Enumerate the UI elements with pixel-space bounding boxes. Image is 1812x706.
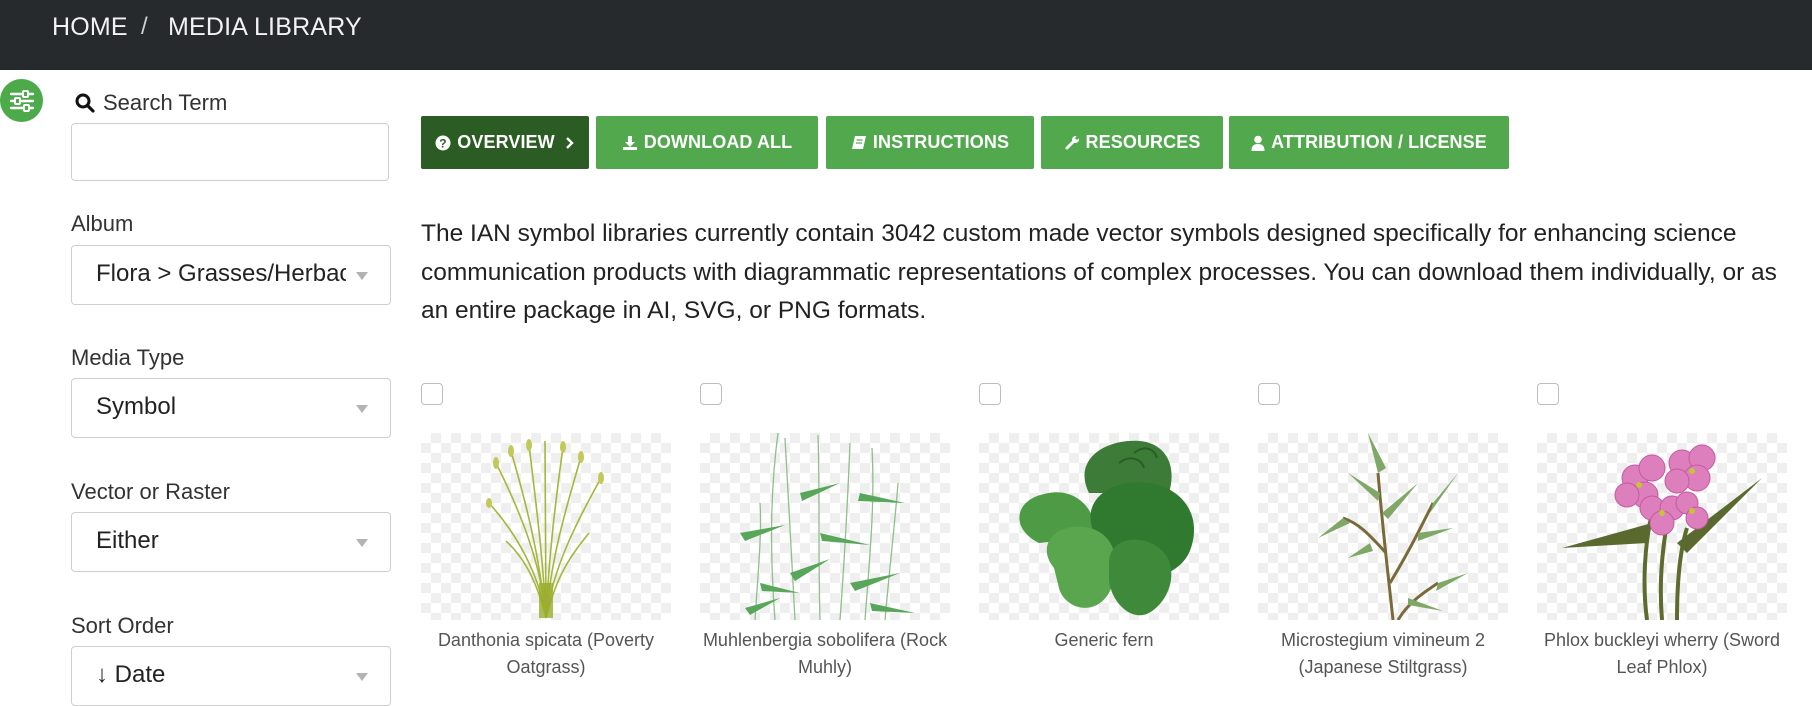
search-term-label-text: Search Term xyxy=(103,90,228,115)
symbol-select-checkbox[interactable] xyxy=(700,383,722,405)
symbol-caption: Phlox buckleyi wherry (Sword Leaf Phlox) xyxy=(1543,630,1781,677)
vector-raster-select-value: Either xyxy=(96,527,159,554)
grass-symbol-image xyxy=(486,439,604,619)
question-circle-icon: ? xyxy=(435,135,451,150)
sort-order-label: Sort Order xyxy=(71,613,174,638)
chevron-down-icon xyxy=(356,673,368,681)
breadcrumb-current: MEDIA LIBRARY xyxy=(168,13,362,41)
symbol-select-checkbox[interactable] xyxy=(421,383,443,405)
chevron-down-icon xyxy=(356,272,368,280)
grass-symbol-image xyxy=(740,433,915,620)
symbol-select-checkbox[interactable] xyxy=(1258,383,1280,405)
book-icon xyxy=(851,135,866,149)
download-all-button-label: DOWNLOAD ALL xyxy=(643,132,793,152)
vector-raster-label: Vector or Raster xyxy=(71,479,230,504)
chevron-right-icon xyxy=(565,136,574,149)
chevron-down-icon xyxy=(356,405,368,413)
breadcrumb-separator: / xyxy=(141,13,148,40)
library-intro-text: The IAN symbol libraries currently conta… xyxy=(421,220,1777,324)
sort-order-select[interactable]: ↓ Date xyxy=(71,646,391,706)
symbol-thumbnail[interactable] xyxy=(421,433,671,620)
vector-raster-select[interactable]: Either xyxy=(71,512,391,572)
resources-button-label: RESOURCES xyxy=(1085,132,1201,152)
fern-symbol-image xyxy=(1019,440,1195,616)
symbol-thumbnail[interactable] xyxy=(1537,433,1787,620)
download-all-button[interactable]: DOWNLOAD ALL xyxy=(596,116,818,169)
resources-button[interactable]: RESOURCES xyxy=(1041,116,1223,169)
search-input[interactable] xyxy=(71,123,389,181)
filters-toggle-button[interactable] xyxy=(0,79,43,122)
breadcrumb-home-link[interactable]: HOME xyxy=(52,13,128,42)
sort-order-select-value: ↓ Date xyxy=(96,661,166,688)
stiltgrass-symbol-image xyxy=(1318,433,1468,620)
instructions-button[interactable]: INSTRUCTIONS xyxy=(826,116,1034,169)
attribution-license-button-label: ATTRIBUTION / LICENSE xyxy=(1271,132,1487,152)
overview-button[interactable]: ? OVERVIEW xyxy=(421,116,589,169)
album-label: Album xyxy=(71,211,134,236)
album-select[interactable]: Flora > Grasses/Herbaceous xyxy=(71,245,391,305)
user-icon xyxy=(1251,135,1265,151)
media-type-select-value: Symbol xyxy=(96,393,177,420)
symbol-caption: Muhlenbergia sobolifera (Rock Muhly) xyxy=(702,630,948,677)
search-icon xyxy=(75,93,95,113)
sliders-icon xyxy=(9,89,34,112)
media-type-label: Media Type xyxy=(71,345,185,370)
media-type-select[interactable]: Symbol xyxy=(71,378,391,438)
top-navbar: HOME / MEDIA LIBRARY xyxy=(0,0,1812,70)
symbol-thumbnail[interactable] xyxy=(700,433,950,620)
chevron-down-icon xyxy=(356,539,368,547)
symbol-select-checkbox[interactable] xyxy=(979,383,1001,405)
symbol-caption: Microstegium vimineum 2 (Japanese Stiltg… xyxy=(1280,630,1486,677)
symbol-select-checkbox[interactable] xyxy=(1537,383,1559,405)
album-select-value: Flora > Grasses/Herbaceous xyxy=(96,260,346,287)
symbol-thumbnail[interactable] xyxy=(979,433,1229,620)
download-icon xyxy=(622,135,637,150)
wrench-icon xyxy=(1065,135,1079,149)
symbol-caption: Generic fern xyxy=(1054,630,1154,650)
search-term-label: Search Term xyxy=(75,90,227,116)
attribution-license-button[interactable]: ATTRIBUTION / LICENSE xyxy=(1229,116,1509,169)
symbol-thumbnail[interactable] xyxy=(1258,433,1508,620)
symbol-caption: Danthonia spicata (Poverty Oatgrass) xyxy=(437,630,655,677)
phlox-symbol-image xyxy=(1562,444,1762,620)
svg-text:?: ? xyxy=(440,136,447,150)
instructions-button-label: INSTRUCTIONS xyxy=(872,132,1010,152)
overview-button-label: OVERVIEW xyxy=(457,132,555,152)
